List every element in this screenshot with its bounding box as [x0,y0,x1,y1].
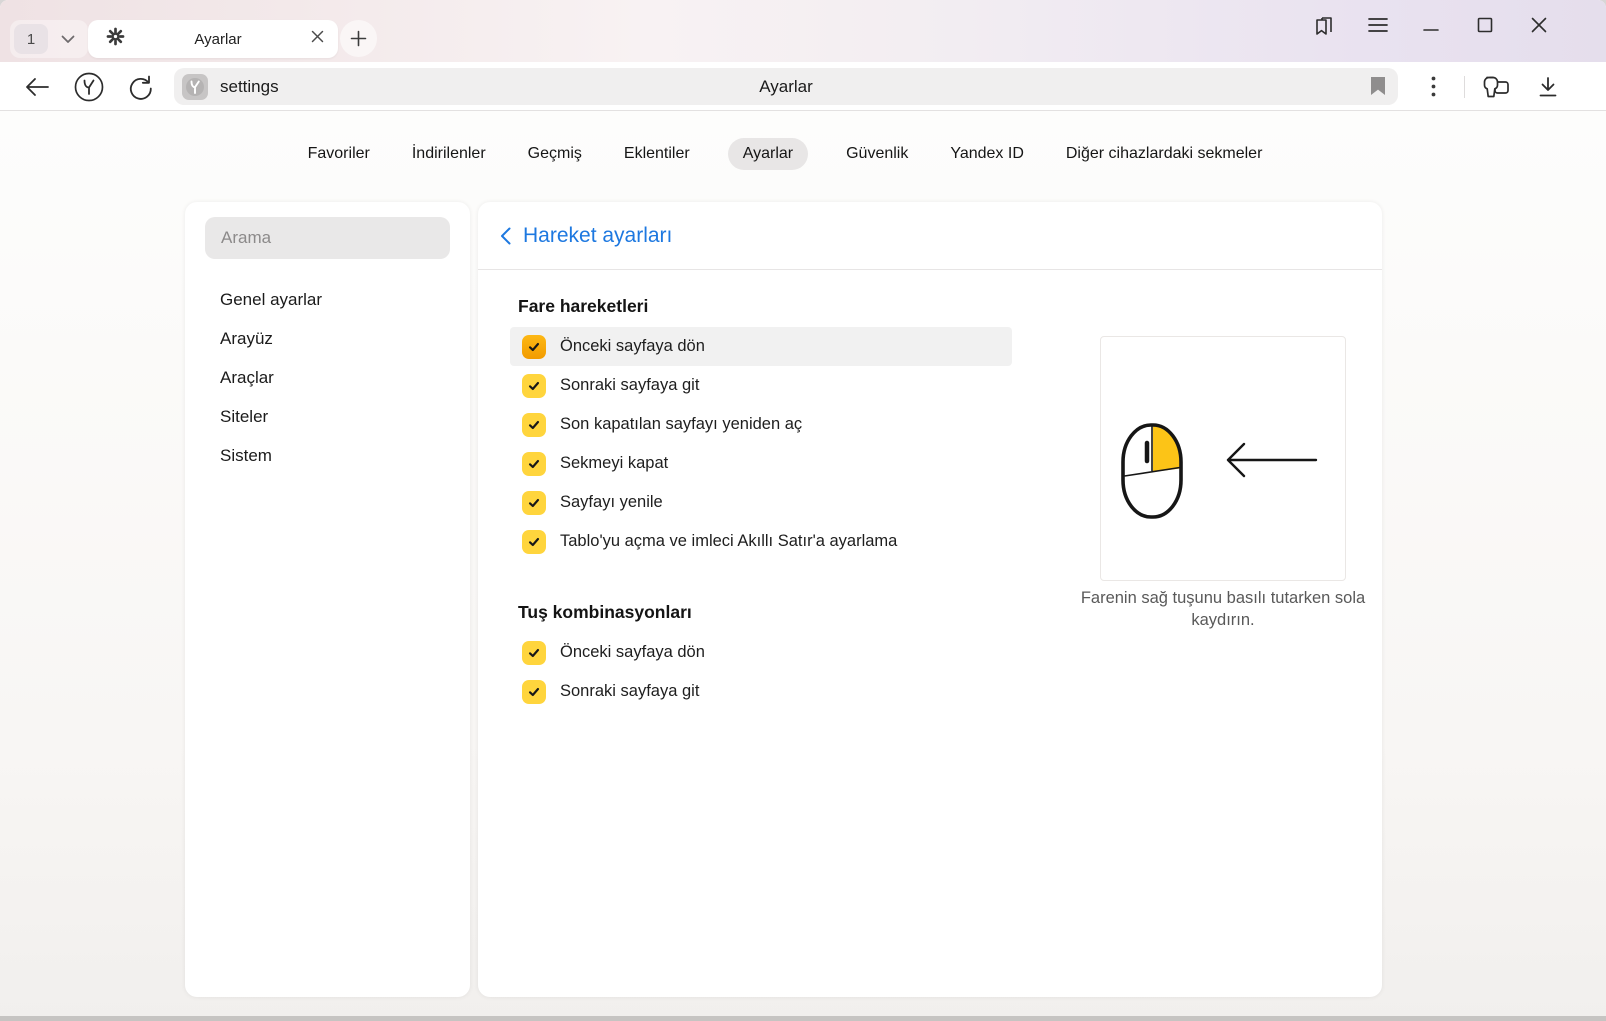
nav-indirilenler[interactable]: İndirilenler [408,138,490,170]
back-chevron-icon[interactable] [500,227,511,245]
tab-title: Ayarlar [125,31,311,48]
tab-close-icon[interactable] [311,30,324,48]
sidebar-item-arayuz[interactable]: Arayüz [185,319,470,358]
checkbox-checked[interactable] [522,491,546,515]
nav-diger-cihazlar[interactable]: Diğer cihazlardaki sekmeler [1062,138,1267,170]
setting-row[interactable]: Önceki sayfaya dön [510,327,1012,366]
setting-label: Tablo'yu açma ve imleci Akıllı Satır'a a… [560,532,897,551]
settings-nav: Favoriler İndirilenler Geçmiş Eklentiler… [0,138,1570,170]
settings-sidebar: Genel ayarlar Arayüz Araçlar Siteler Sis… [185,202,470,997]
setting-row[interactable]: Son kapatılan sayfayı yeniden aç [510,405,1012,444]
url-bar[interactable]: settings Ayarlar [174,68,1398,105]
back-button[interactable] [20,70,54,104]
panel-header: Hareket ayarları [478,202,1382,270]
close-window-icon[interactable] [1525,12,1553,38]
checkbox-checked[interactable] [522,530,546,554]
toolbar-separator [1464,76,1465,98]
menu-icon[interactable] [1364,12,1392,38]
sidebar-item-sistem[interactable]: Sistem [185,436,470,475]
minimize-icon[interactable] [1417,12,1445,38]
checkbox-checked[interactable] [522,374,546,398]
setting-row[interactable]: Önceki sayfaya dön [510,633,1012,672]
setting-label: Son kapatılan sayfayı yeniden aç [560,415,802,434]
maximize-icon[interactable] [1471,12,1499,38]
nav-guvenlik[interactable]: Güvenlik [842,138,912,170]
setting-row[interactable]: Sonraki sayfaya git [510,672,1012,711]
checkbox-checked[interactable] [522,335,546,359]
sidebar-items: Genel ayarlar Arayüz Araçlar Siteler Sis… [185,280,470,475]
panel-title[interactable]: Hareket ayarları [523,224,672,248]
gesture-illustration [1100,336,1346,581]
setting-label: Önceki sayfaya dön [560,337,705,356]
mouse-gesture-drawing [1101,337,1347,582]
window-bottom-edge [0,1016,1606,1021]
downloads-icon[interactable] [1531,70,1565,104]
sidebar-item-araclar[interactable]: Araçlar [185,358,470,397]
setting-label: Önceki sayfaya dön [560,643,705,662]
setting-label: Sonraki sayfaya git [560,682,699,701]
active-tab[interactable]: Ayarlar [88,20,338,58]
chevron-down-icon[interactable] [48,35,88,44]
browser-window: 1 Ayarlar [0,0,1606,1021]
url-page-title: Ayarlar [174,77,1398,97]
checkbox-checked[interactable] [522,452,546,476]
bookmark-flag-icon[interactable] [1370,76,1386,101]
gesture-caption: Farenin sağ tuşunu basılı tutarken sola … [1073,587,1373,631]
checkbox-checked[interactable] [522,413,546,437]
setting-label: Sonraki sayfaya git [560,376,699,395]
setting-row[interactable]: Sayfayı yenile [510,483,1012,522]
new-tab-button[interactable] [340,20,377,57]
checkbox-checked[interactable] [522,680,546,704]
toolbar: settings Ayarlar [7,62,1599,111]
tab-counter-group[interactable]: 1 [10,20,88,58]
setting-label: Sayfayı yenile [560,493,663,512]
tab-counter[interactable]: 1 [14,24,48,54]
section-title-fare: Fare hareketleri [518,296,1382,317]
setting-row[interactable]: Sekmeyi kapat [510,444,1012,483]
gesture-settings-panel: Hareket ayarları Fare hareketleri Önceki… [478,202,1382,997]
checkbox-checked[interactable] [522,641,546,665]
nav-ayarlar-active[interactable]: Ayarlar [728,138,808,170]
extensions-icon[interactable] [1479,70,1513,104]
bookmarks-panel-icon[interactable] [1310,12,1338,38]
nav-favoriler[interactable]: Favoriler [304,138,374,170]
nav-gecmis[interactable]: Geçmiş [524,138,586,170]
nav-yandex-id[interactable]: Yandex ID [946,138,1028,170]
tab-strip: 1 Ayarlar [0,0,1606,62]
nav-eklentiler[interactable]: Eklentiler [620,138,694,170]
more-options-icon[interactable] [1416,70,1450,104]
search-input[interactable] [205,217,450,259]
setting-row[interactable]: Tablo'yu açma ve imleci Akıllı Satır'a a… [510,522,1012,561]
sidebar-item-genel-ayarlar[interactable]: Genel ayarlar [185,280,470,319]
reload-button[interactable] [124,70,158,104]
yandex-logo-button[interactable] [72,70,106,104]
setting-label: Sekmeyi kapat [560,454,668,473]
gear-icon [106,27,125,51]
sidebar-item-siteler[interactable]: Siteler [185,397,470,436]
settings-page: Favoriler İndirilenler Geçmiş Eklentiler… [0,111,1606,1021]
setting-row[interactable]: Sonraki sayfaya git [510,366,1012,405]
